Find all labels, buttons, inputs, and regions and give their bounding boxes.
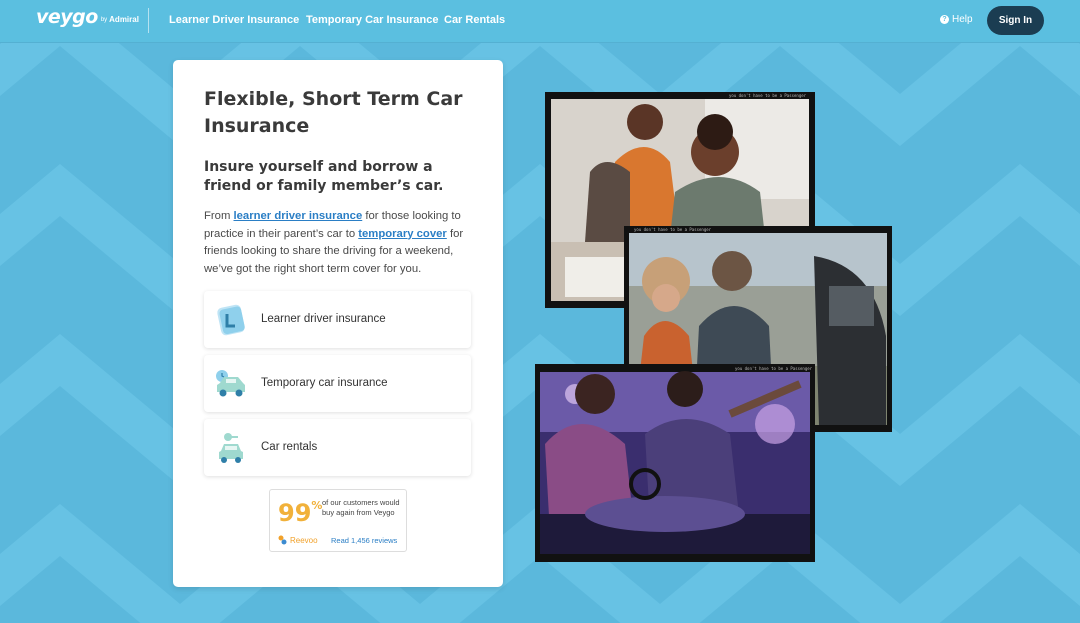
nav-link-rentals[interactable]: Car Rentals	[444, 14, 505, 26]
sign-in-button[interactable]: Sign In	[987, 6, 1044, 35]
page-title: Flexible, Short Term Car Insurance	[204, 88, 463, 137]
car-clock-icon	[216, 370, 245, 397]
reevoo-brand: Reevoo	[278, 535, 318, 545]
photo-friends-bumper-car: you don't have to be a Passenger	[535, 364, 815, 562]
option-learner-driver[interactable]: Learner driver insurance	[204, 291, 471, 348]
page-subtitle: Insure yourself and borrow a friend or f…	[204, 159, 444, 194]
hero-card: Flexible, Short Term Car Insurance Insur…	[173, 60, 503, 587]
reevoo-widget: 99% of our customers would buy again fro…	[269, 489, 407, 552]
veygo-logo[interactable]: veygo by Admiral	[36, 6, 139, 28]
percent-value: 99	[278, 499, 312, 527]
nav-link-temporary[interactable]: Temporary Car Insurance	[306, 14, 438, 26]
film-caption: you don't have to be a Passenger	[729, 93, 807, 98]
percent-symbol: %	[311, 499, 323, 512]
reevoo-brand-label: Reevoo	[290, 535, 318, 545]
rating-percent: 99%	[278, 499, 322, 527]
learner-driver-link[interactable]: learner driver insurance	[234, 210, 363, 222]
read-reviews-link[interactable]: Read 1,456 reviews	[331, 536, 397, 545]
film-caption: you don't have to be a Passenger	[735, 366, 813, 371]
top-nav: veygo by Admiral Learner Driver Insuranc…	[0, 0, 1080, 43]
option-label: Temporary car insurance	[261, 377, 388, 389]
nav-link-learner[interactable]: Learner Driver Insurance	[169, 14, 299, 26]
para-text-1: From	[204, 210, 234, 222]
option-car-rentals[interactable]: Car rentals	[204, 419, 471, 476]
help-link[interactable]: ? Help	[940, 14, 973, 25]
rating-text: of our customers would buy again from Ve…	[322, 498, 400, 517]
intro-paragraph: From learner driver insurance for those …	[204, 208, 479, 278]
reevoo-logo-icon	[278, 535, 287, 545]
help-label: Help	[952, 14, 973, 25]
option-temporary-car[interactable]: Temporary car insurance	[204, 355, 471, 412]
temporary-cover-link[interactable]: temporary cover	[358, 228, 447, 240]
question-icon: ?	[940, 15, 949, 24]
option-label: Car rentals	[261, 441, 318, 453]
nav-divider	[148, 8, 149, 33]
film-caption: you don't have to be a Passenger	[634, 227, 712, 232]
logo-admiral: Admiral	[109, 14, 139, 24]
car-key-icon	[219, 433, 243, 463]
option-label: Learner driver insurance	[261, 313, 386, 325]
l-plate-icon	[217, 304, 245, 336]
logo-wordmark: veygo	[36, 6, 98, 28]
logo-by: by	[100, 17, 108, 23]
